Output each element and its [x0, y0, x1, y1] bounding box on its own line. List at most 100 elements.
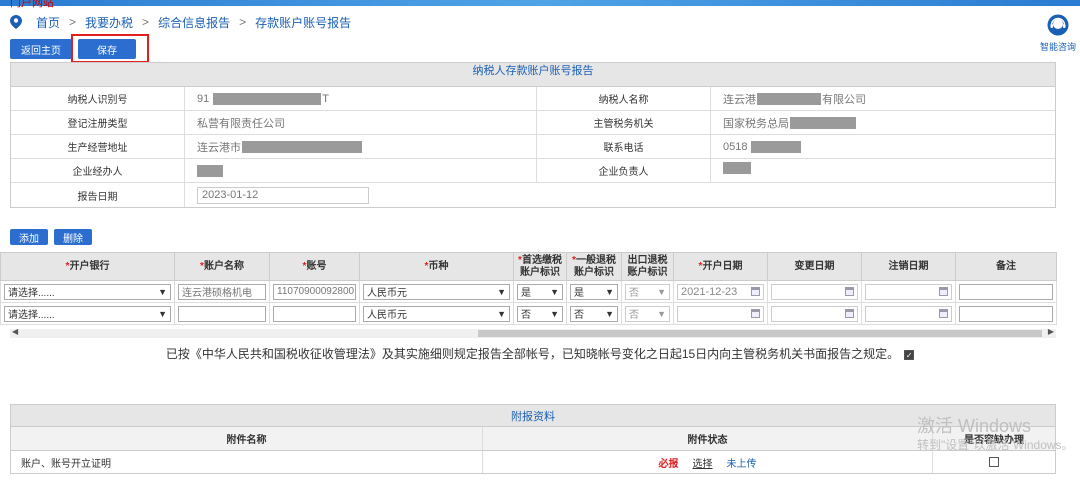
declaration-checkbox[interactable]: ✓ [904, 349, 915, 360]
calendar-icon[interactable] [751, 309, 760, 318]
col-preferred-flag: *首选缴税 账户标识 [513, 252, 567, 281]
col-currency: *币种 [359, 252, 514, 281]
remark-input[interactable] [959, 283, 1053, 300]
calendar-icon[interactable] [845, 309, 854, 318]
change-date-input[interactable] [771, 283, 858, 300]
top-banner-strip: 门户网站 [0, 0, 1080, 9]
paper-flag-checkbox[interactable] [989, 457, 999, 467]
table-row: 请选择...... ▼ 连云港硕格机电 11070900092800 人民币元 ▼ … [0, 280, 1057, 303]
chevron-down-icon: ▼ [158, 308, 167, 319]
scroll-right-icon[interactable]: ▶ [1048, 327, 1054, 336]
info-row: 企业经办人 企业负责人 [11, 159, 1055, 183]
remark-input[interactable] [959, 305, 1053, 322]
redaction-mask [242, 140, 362, 153]
breadcrumb-separator: > [239, 15, 247, 29]
table-row: 请选择...... ▼ 人民币元 ▼ 否 ▼ 否 ▼ 否 ▼ [0, 302, 1057, 325]
calendar-icon[interactable] [751, 287, 760, 296]
panel-title: 纳税人存款账户账号报告 [11, 63, 1055, 87]
account-no-input[interactable]: 11070900092800 [273, 283, 356, 300]
chevron-down-icon: ▼ [497, 308, 506, 319]
taxpayer-info-panel: 纳税人存款账户账号报告 纳税人识别号 91 T 纳税人名称 连云港 有限公司 登… [10, 62, 1056, 208]
refund-flag-select[interactable]: 是 ▼ [570, 283, 618, 300]
col-export-flag: 出口退税 账户标识 [621, 252, 674, 281]
breadcrumb-info-report[interactable]: 综合信息报告 [158, 14, 230, 31]
required-badge: 必报 [658, 458, 679, 470]
breadcrumb-tax-service[interactable]: 我要办税 [85, 14, 133, 31]
chevron-down-icon: ▼ [657, 286, 666, 297]
report-date-field: 2023-01-12 [197, 186, 369, 204]
horizontal-scrollbar[interactable]: ◀ ▶ [10, 327, 1056, 338]
table-row: 账户、账号开立证明 必报 选择 未上传 [11, 451, 1055, 473]
save-button-highlight [71, 34, 149, 63]
col-account-no: *账号 [269, 252, 360, 281]
report-date-value: 2023-01-12 [185, 183, 537, 207]
chevron-down-icon: ▼ [657, 308, 666, 319]
account-name-input[interactable] [178, 305, 266, 322]
open-date-input[interactable]: 2021-12-23 [677, 283, 764, 300]
calendar-icon[interactable] [939, 287, 948, 296]
phone-label: 联系电话 [537, 135, 711, 158]
cancel-date-input[interactable] [865, 305, 952, 322]
chevron-down-icon: ▼ [158, 286, 167, 297]
head-value [711, 159, 1055, 182]
name-suffix: 有限公司 [822, 93, 866, 106]
paper-flag-cell [933, 451, 1055, 473]
delete-row-button[interactable]: 删除 [54, 229, 92, 245]
breadcrumb-home[interactable]: 首页 [36, 14, 60, 31]
redaction-mask [751, 140, 802, 153]
redaction-mask [213, 92, 322, 105]
refund-flag-select[interactable]: 否 ▼ [570, 305, 618, 322]
scroll-left-icon[interactable]: ◀ [12, 327, 18, 336]
chevron-down-icon: ▼ [605, 286, 614, 297]
address-value: 连云港市 [185, 135, 537, 158]
tax-id-value: 91 T [185, 87, 537, 110]
smart-consult-widget[interactable]: 智能咨询 [1036, 14, 1080, 53]
redaction-mask [197, 164, 223, 177]
col-attachment-name: 附件名称 [11, 427, 483, 450]
attachment-name: 账户、账号开立证明 [11, 451, 483, 473]
taxpayer-name-value: 连云港 有限公司 [711, 87, 1055, 110]
back-home-button[interactable]: 返回主页 [10, 39, 72, 59]
info-row: 纳税人识别号 91 T 纳税人名称 连云港 有限公司 [11, 87, 1055, 111]
bank-select[interactable]: 请选择...... ▼ [4, 283, 171, 300]
export-flag-select[interactable]: 否 ▼ [625, 305, 670, 322]
head-label: 企业负责人 [537, 159, 711, 182]
export-flag-select[interactable]: 否 ▼ [625, 283, 670, 300]
tax-office-label: 主管税务机关 [537, 111, 711, 134]
breadcrumb-current: 存款账户账号报告 [255, 15, 352, 30]
attachments-header-row: 附件名称 附件状态 是否容缺办理 [11, 427, 1055, 451]
preferred-flag-select[interactable]: 是 ▼ [517, 283, 563, 300]
tax-id-suffix: T [322, 92, 329, 105]
open-date-input[interactable] [677, 305, 764, 322]
currency-select[interactable]: 人民币元 ▼ [363, 283, 510, 300]
account-no-input[interactable] [273, 305, 356, 322]
currency-select[interactable]: 人民币元 ▼ [363, 305, 510, 322]
tax-id-label: 纳税人识别号 [11, 87, 185, 110]
col-account-name: *账户名称 [174, 252, 270, 281]
cancel-date-input[interactable] [865, 283, 952, 300]
info-row: 登记注册类型 私营有限责任公司 主管税务机关 国家税务总局 [11, 111, 1055, 135]
add-row-button[interactable]: 添加 [10, 229, 48, 245]
smart-consult-label: 智能咨询 [1039, 42, 1076, 52]
col-open-date: *开户日期 [673, 252, 768, 281]
scrollbar-thumb[interactable] [478, 330, 1042, 337]
calendar-icon[interactable] [939, 309, 948, 318]
preferred-flag-select[interactable]: 否 ▼ [517, 305, 563, 322]
logo-text: 门户网站 [10, 0, 54, 9]
headset-icon [1047, 14, 1069, 36]
bank-select[interactable]: 请选择...... ▼ [4, 305, 171, 322]
agent-label: 企业经办人 [11, 159, 185, 182]
account-name-input[interactable]: 连云港硕格机电 [178, 283, 266, 300]
change-date-input[interactable] [771, 305, 858, 322]
breadcrumb-separator: > [142, 15, 150, 29]
accounts-table: *开户银行 *账户名称 *账号 *币种 *首选缴税 账户标识 *一般退税 账户标识 … [0, 252, 1057, 325]
col-refund-flag: *一般退税 账户标识 [566, 252, 622, 281]
attachments-title: 附报资料 [11, 405, 1055, 427]
col-cancel-date: 注销日期 [861, 252, 956, 281]
redaction-mask [723, 161, 751, 174]
attachment-status-cell: 必报 选择 未上传 [483, 451, 933, 473]
calendar-icon[interactable] [845, 287, 854, 296]
table-header-row: *开户银行 *账户名称 *账号 *币种 *首选缴税 账户标识 *一般退税 账户标识 … [0, 252, 1057, 281]
choose-file-link[interactable]: 选择 [693, 455, 713, 470]
chevron-down-icon: ▼ [550, 286, 559, 297]
